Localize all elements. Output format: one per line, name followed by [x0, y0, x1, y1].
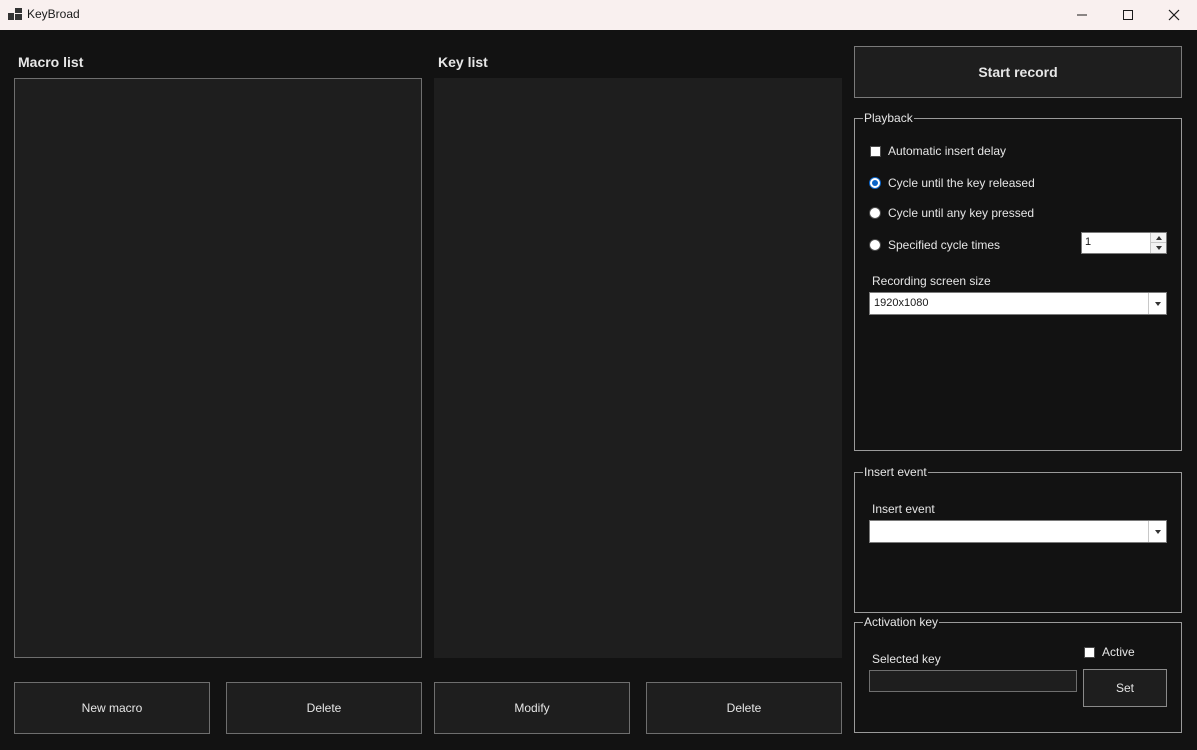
- playback-group-title: Playback: [863, 111, 914, 125]
- activation-key-group: Activation key Selected key Active Set: [854, 615, 1182, 733]
- delete-key-button[interactable]: Delete: [646, 682, 842, 734]
- insert-event-group-title: Insert event: [863, 465, 928, 479]
- active-label: Active: [1102, 645, 1135, 659]
- minimize-button[interactable]: [1059, 0, 1105, 30]
- activation-key-group-title: Activation key: [863, 615, 940, 629]
- minimize-icon: [1077, 14, 1087, 16]
- auto-delay-checkbox[interactable]: [870, 146, 881, 157]
- modify-key-button[interactable]: Modify: [434, 682, 630, 734]
- title-bar: KeyBroad: [0, 0, 1197, 30]
- cycle-until-any-key-label: Cycle until any key pressed: [888, 206, 1035, 220]
- screen-size-label: Recording screen size: [872, 274, 991, 288]
- screen-size-select[interactable]: 1920x1080: [869, 292, 1167, 315]
- set-key-button[interactable]: Set: [1083, 669, 1167, 707]
- maximize-icon: [1123, 10, 1133, 20]
- insert-event-select[interactable]: [869, 520, 1167, 543]
- auto-delay-label: Automatic insert delay: [888, 144, 1007, 158]
- close-button[interactable]: [1151, 0, 1197, 30]
- close-icon: [1168, 9, 1180, 21]
- stepper-up-icon[interactable]: [1150, 233, 1166, 243]
- macro-listbox[interactable]: [14, 78, 422, 658]
- start-record-button[interactable]: Start record: [854, 46, 1182, 98]
- playback-group: Playback Automatic insert delay Cycle un…: [854, 111, 1182, 451]
- screen-size-value: 1920x1080: [874, 297, 929, 309]
- cycle-until-released-radio[interactable]: [869, 177, 881, 189]
- cycle-until-released-label: Cycle until the key released: [888, 176, 1035, 190]
- app-icon: [8, 8, 22, 20]
- window-title: KeyBroad: [27, 7, 80, 21]
- key-list-label: Key list: [438, 54, 488, 70]
- specified-cycle-times-label: Specified cycle times: [888, 238, 1001, 252]
- selected-key-input[interactable]: [869, 670, 1077, 692]
- key-listbox[interactable]: [434, 78, 842, 658]
- cycle-until-any-key-radio[interactable]: [869, 207, 881, 219]
- active-checkbox[interactable]: [1084, 647, 1095, 658]
- delete-macro-button[interactable]: Delete: [226, 682, 422, 734]
- stepper-down-icon[interactable]: [1150, 243, 1166, 253]
- insert-event-group: Insert event Insert event: [854, 465, 1182, 613]
- selected-key-label: Selected key: [872, 652, 941, 666]
- new-macro-button[interactable]: New macro: [14, 682, 210, 734]
- chevron-down-icon[interactable]: [1148, 293, 1166, 314]
- cycle-times-value: 1: [1085, 236, 1092, 248]
- chevron-down-icon[interactable]: [1148, 521, 1166, 542]
- insert-event-label: Insert event: [872, 502, 935, 516]
- specified-cycle-times-radio[interactable]: [869, 239, 881, 251]
- macro-list-label: Macro list: [18, 54, 84, 70]
- maximize-button[interactable]: [1105, 0, 1151, 30]
- cycle-times-stepper[interactable]: 1: [1081, 232, 1167, 254]
